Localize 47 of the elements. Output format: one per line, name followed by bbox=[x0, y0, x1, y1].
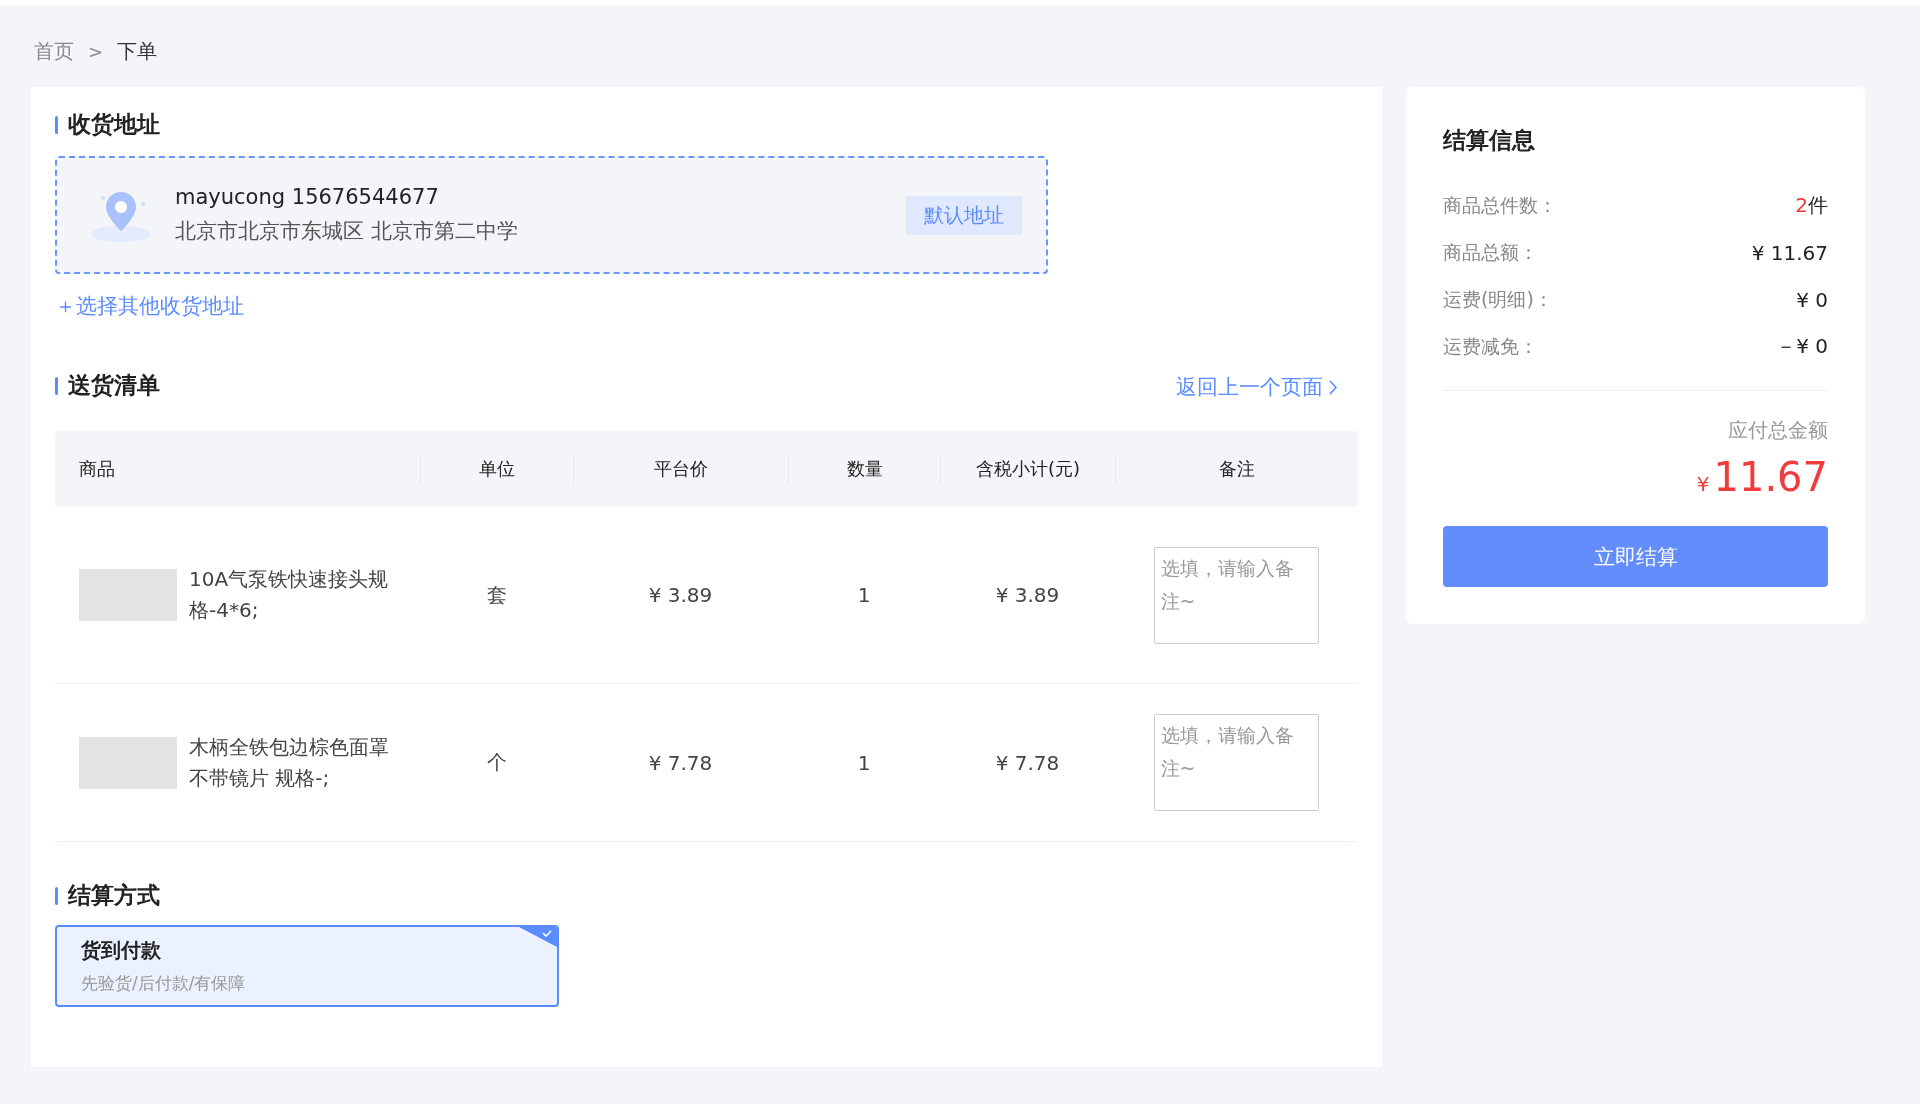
chevron-right-icon bbox=[1329, 379, 1338, 395]
quantity-cell-text: 1 bbox=[856, 750, 872, 775]
payment-description: 先验货/后付款/有保障 bbox=[81, 972, 247, 995]
price-cell-text: ¥ 3.89 bbox=[647, 583, 714, 607]
breadcrumb-separator: > bbox=[88, 40, 104, 62]
address-card[interactable]: mayucong 15676544677 北京市北京市东城区 北京市第二中学 默认地址 bbox=[55, 156, 1048, 274]
remark-field[interactable]: 选填，请输入备注~ bbox=[1153, 714, 1319, 811]
summary-label: 运费(明细)： bbox=[1443, 286, 1553, 312]
summary-label: 运费减免： bbox=[1443, 333, 1538, 359]
summary-value: ¥ 0 bbox=[1796, 287, 1828, 312]
total-amount: ¥11.67 bbox=[1695, 454, 1828, 500]
column-header: 单位 bbox=[420, 454, 573, 484]
subtotal-cell-text: ¥ 3.89 bbox=[994, 583, 1061, 607]
product-name: 木柄全铁包边棕色面罩不带镜片 规格-; bbox=[189, 733, 389, 792]
column-header: 数量 bbox=[788, 454, 940, 484]
breadcrumb-link[interactable]: 下单 bbox=[117, 37, 158, 65]
product-name: 10A气泵铁快速接头规格-4*6; bbox=[189, 566, 389, 624]
column-header: 含税小计(元) bbox=[940, 454, 1115, 484]
column-header: 备注 bbox=[1115, 454, 1357, 484]
section-title: 结算方式 bbox=[55, 880, 1358, 911]
subtotal-cell-text: ¥ 7.78 bbox=[994, 750, 1061, 775]
check-corner-icon bbox=[519, 927, 557, 947]
back-link[interactable]: 返回上一个页面 bbox=[1176, 373, 1338, 401]
summary-value: ¥ 11.67 bbox=[1751, 240, 1828, 265]
address-detail: 北京市北京市东城区 北京市第二中学 bbox=[175, 218, 519, 245]
summary-label: 商品总额： bbox=[1443, 239, 1538, 265]
summary-title: 结算信息 bbox=[1443, 126, 1536, 155]
recipient-name-phone: mayucong 15676544677 bbox=[175, 185, 440, 209]
section-title: 收货地址 bbox=[55, 109, 1358, 140]
column-header: 平台价 bbox=[573, 454, 788, 484]
section-title: 送货清单 bbox=[55, 370, 160, 401]
checkout-button[interactable]: 立即结算 bbox=[1443, 526, 1828, 587]
payment-name: 货到付款 bbox=[81, 937, 162, 964]
remark-field[interactable]: 选填，请输入备注~ bbox=[1153, 546, 1319, 644]
price-cell-text: ¥ 7.78 bbox=[647, 750, 714, 775]
summary-value: －¥ 0 bbox=[1776, 333, 1828, 360]
column-header: 商品 bbox=[78, 457, 116, 481]
payment-option[interactable]: 货到付款 先验货/后付款/有保障 bbox=[55, 925, 559, 1007]
unit-cell-text: 套 bbox=[485, 581, 508, 609]
choose-address-link[interactable]: ＋选择其他收货地址 bbox=[55, 292, 244, 320]
summary-label: 商品总件数： bbox=[1443, 192, 1557, 218]
quantity-cell-text: 1 bbox=[856, 583, 872, 607]
breadcrumb-link[interactable]: 首页 bbox=[34, 37, 74, 65]
summary-value: 2件 bbox=[1795, 192, 1828, 219]
default-address-tag: 默认地址 bbox=[906, 195, 1022, 235]
unit-cell-text: 个 bbox=[485, 749, 508, 776]
total-label: 应付总金额 bbox=[1727, 417, 1828, 444]
